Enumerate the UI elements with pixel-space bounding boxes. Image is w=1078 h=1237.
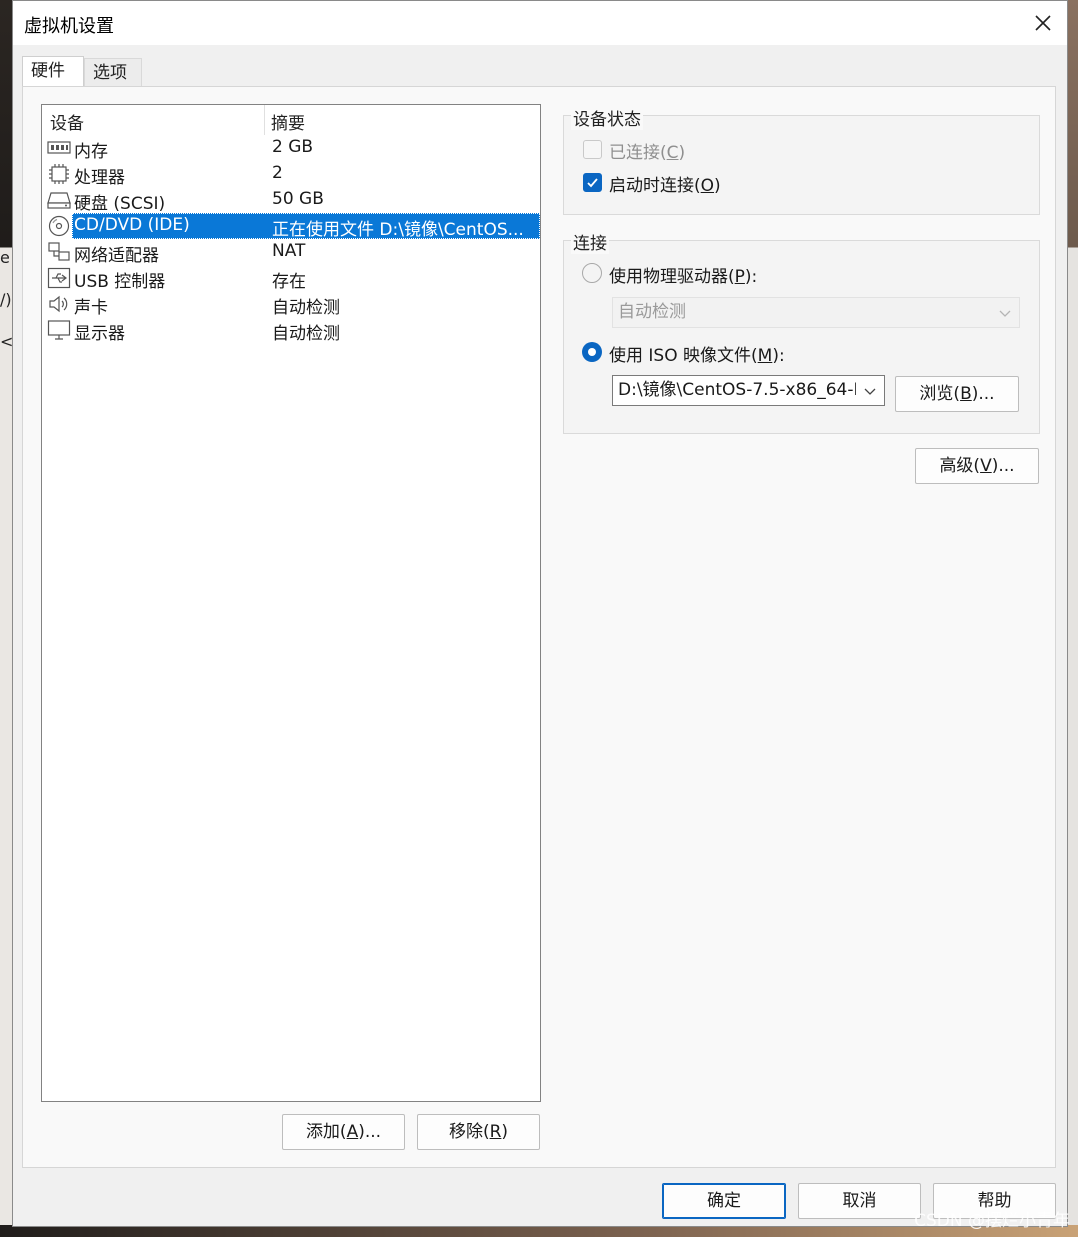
device-row-memory[interactable]: 内存 2 GB <box>46 135 540 162</box>
device-row-usb-controller[interactable]: USB 控制器 存在 <box>46 265 540 292</box>
device-status-title: 设备状态 <box>571 105 643 130</box>
desktop-background-left <box>0 0 12 1237</box>
close-button[interactable] <box>1019 1 1067 45</box>
device-status-group <box>563 115 1040 215</box>
device-summary: 50 GB <box>272 189 324 209</box>
mnemonic: R <box>489 1122 502 1142</box>
button-label-suffix: )... <box>358 1122 382 1142</box>
processor-icon <box>49 164 69 184</box>
title-bar: 虚拟机设置 <box>13 1 1067 45</box>
label-suffix: ): <box>772 346 785 366</box>
mnemonic: O <box>700 176 715 196</box>
device-summary: 2 <box>272 163 283 183</box>
label-text: 启动时连接( <box>609 176 701 196</box>
mnemonic: C <box>666 143 679 163</box>
device-row-hard-disk[interactable]: 硬盘 (SCSI) 50 GB <box>46 187 540 214</box>
button-label: 浏览( <box>919 384 961 404</box>
button-label-suffix: )... <box>971 384 995 404</box>
device-name: 内存 <box>74 142 108 162</box>
iso-path-combobox[interactable]: D:\镜像\CentOS-7.5-x86_64-D <box>612 375 885 406</box>
button-label: 高级( <box>939 456 981 476</box>
label-text: 已连接( <box>609 143 667 163</box>
remove-button[interactable]: 移除(R) <box>417 1114 540 1150</box>
column-header-summary[interactable]: 摘要 <box>271 109 305 134</box>
memory-icon <box>47 141 71 154</box>
close-icon <box>1035 15 1051 31</box>
button-label-suffix: ) <box>501 1122 509 1142</box>
cancel-button[interactable]: 取消 <box>798 1183 921 1219</box>
background-fragment: e <box>0 248 10 267</box>
watermark: CSDN @摆烂小青年 <box>914 1211 1070 1231</box>
tab-hardware[interactable]: 硬件 <box>22 56 84 86</box>
iso-file-radio[interactable] <box>582 342 602 362</box>
physical-drive-value: 自动检测 <box>618 302 686 322</box>
device-summary: 存在 <box>272 272 306 292</box>
device-summary: 2 GB <box>272 137 314 157</box>
connection-title: 连接 <box>571 229 609 254</box>
network-adapter-icon <box>48 242 70 261</box>
mnemonic: B <box>960 384 972 404</box>
device-row-sound-card[interactable]: 声卡 自动检测 <box>46 291 540 318</box>
device-row-network-adapter[interactable]: 网络适配器 NAT <box>46 239 540 266</box>
cd-dvd-icon <box>48 215 70 237</box>
mnemonic: P <box>734 267 745 287</box>
connected-checkbox[interactable] <box>583 140 602 159</box>
list-header: 设备 摘要 <box>42 105 540 135</box>
connected-label: 已连接(C) <box>609 138 685 163</box>
device-name: 处理器 <box>74 168 125 188</box>
device-name: 显示器 <box>74 324 125 344</box>
physical-drive-select: 自动检测 <box>612 297 1020 328</box>
ok-button[interactable]: 确定 <box>662 1183 786 1219</box>
background-fragment: /) <box>0 290 12 309</box>
device-summary: 自动检测 <box>272 298 340 318</box>
label-suffix: ) <box>678 143 686 163</box>
device-name: 网络适配器 <box>74 246 159 266</box>
usb-controller-icon <box>47 267 71 289</box>
button-label-suffix: )... <box>991 456 1015 476</box>
add-button[interactable]: 添加(A)... <box>282 1114 405 1150</box>
device-summary: 自动检测 <box>272 324 340 344</box>
device-list[interactable]: 设备 摘要 内存 2 GB 处理器 2 硬盘 (SCSI) 50 GB CD/D… <box>41 104 541 1102</box>
vm-settings-dialog: 虚拟机设置 硬件 选项 设备 摘要 内存 2 GB 处理器 2 硬盘 (SCSI… <box>12 0 1068 1227</box>
device-row-cd-dvd[interactable]: CD/DVD (IDE) 正在使用文件 D:\镜像\CentOS... <box>46 213 540 240</box>
physical-drive-radio[interactable] <box>582 263 602 283</box>
mnemonic: M <box>757 346 773 366</box>
device-name: 硬盘 (SCSI) <box>74 194 166 214</box>
mnemonic: V <box>980 456 992 476</box>
display-icon <box>47 320 71 340</box>
physical-drive-label: 使用物理驱动器(P): <box>609 262 757 287</box>
connect-at-power-on-label: 启动时连接(O) <box>609 171 721 196</box>
label-suffix: ) <box>714 176 721 196</box>
browse-button[interactable]: 浏览(B)... <box>895 376 1019 412</box>
sound-card-icon <box>49 295 68 313</box>
device-row-display[interactable]: 显示器 自动检测 <box>46 317 540 344</box>
checkmark-icon <box>587 178 598 188</box>
column-divider[interactable] <box>264 105 265 135</box>
device-summary: 正在使用文件 D:\镜像\CentOS... <box>272 220 524 240</box>
iso-file-label: 使用 ISO 映像文件(M): <box>609 341 785 366</box>
device-row-processor[interactable]: 处理器 2 <box>46 161 540 188</box>
button-label: 移除( <box>448 1122 490 1142</box>
connect-at-power-on-checkbox[interactable] <box>583 173 602 192</box>
hard-disk-icon <box>47 192 71 209</box>
advanced-button[interactable]: 高级(V)... <box>915 448 1039 484</box>
device-name: CD/DVD (IDE) <box>74 215 190 235</box>
window-title: 虚拟机设置 <box>24 16 114 37</box>
device-name: 声卡 <box>74 298 108 318</box>
iso-path-value: D:\镜像\CentOS-7.5-x86_64-D <box>618 380 856 400</box>
label-text: 使用物理驱动器( <box>609 267 735 287</box>
chevron-down-icon <box>999 310 1011 317</box>
label-suffix: ): <box>744 267 758 287</box>
label-text: 使用 ISO 映像文件( <box>609 346 758 366</box>
mnemonic: A <box>346 1122 359 1142</box>
tab-options[interactable]: 选项 <box>84 58 142 86</box>
device-summary: NAT <box>272 241 306 261</box>
button-label: 添加( <box>305 1122 347 1142</box>
chevron-down-icon[interactable] <box>864 386 876 396</box>
column-header-device[interactable]: 设备 <box>50 109 84 134</box>
device-name: USB 控制器 <box>74 272 166 292</box>
